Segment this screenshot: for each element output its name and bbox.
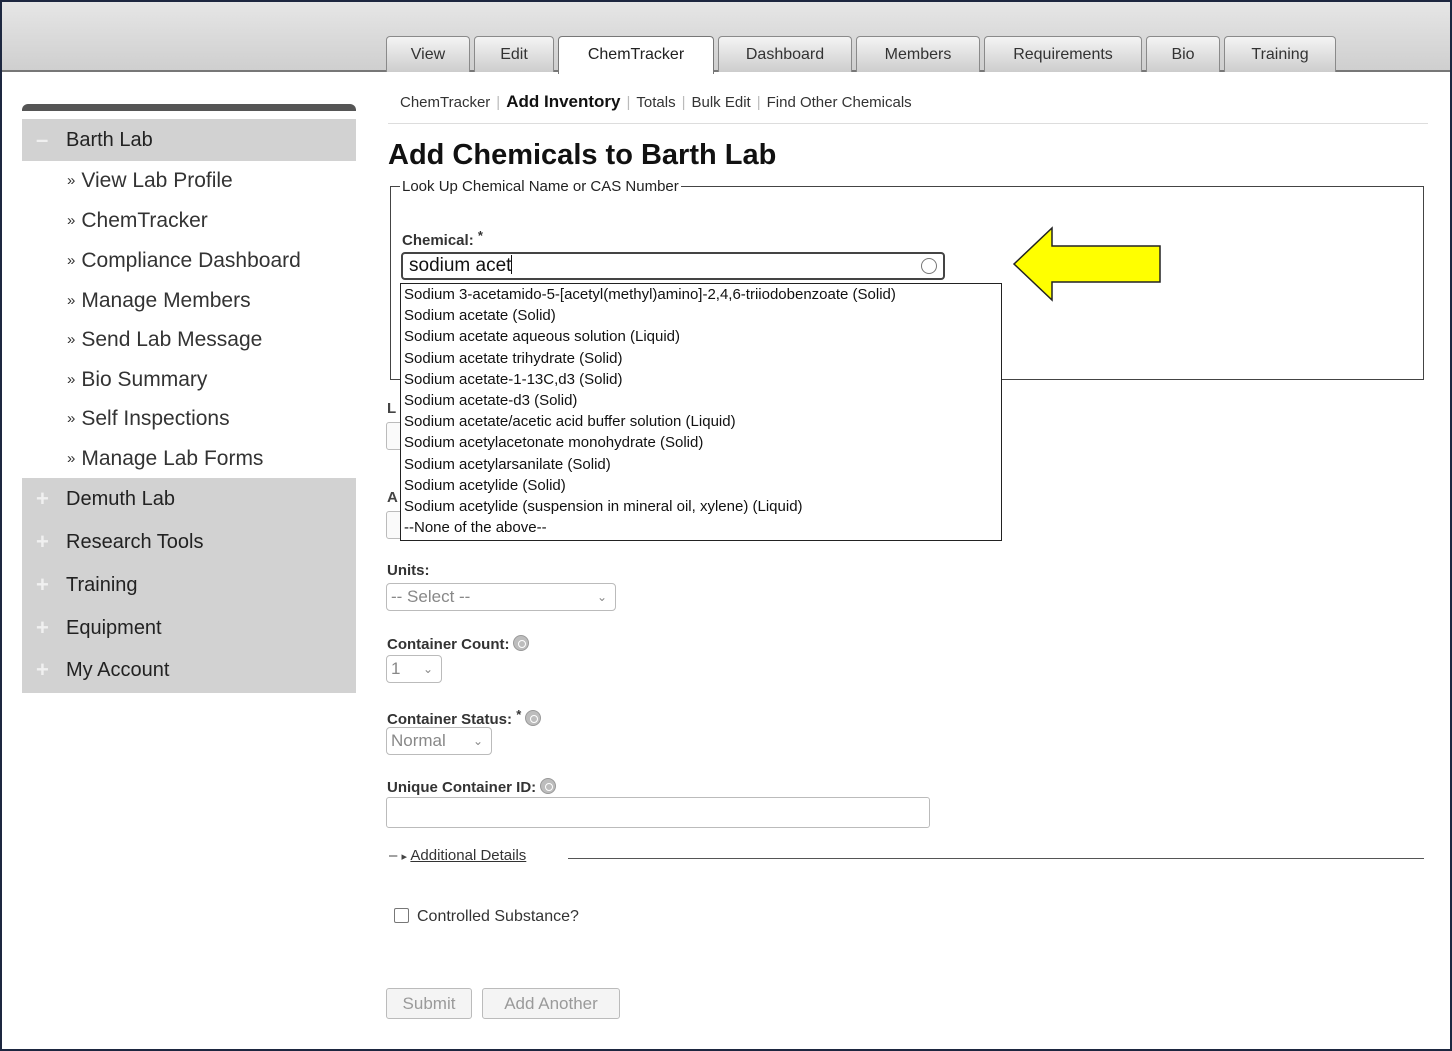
additional-details-link[interactable]: Additional Details: [410, 847, 526, 864]
divider: [568, 858, 1424, 859]
sidebar: – Barth Lab » View Lab Profile » ChemTrack…: [22, 104, 356, 693]
container-status-select[interactable]: Normal ⌄: [386, 727, 492, 755]
bullet-icon: »: [67, 331, 76, 348]
suggestion-item[interactable]: Sodium acetate trihydrate (Solid): [401, 348, 1001, 369]
sidebar-link-bio-summary[interactable]: » Bio Summary: [67, 368, 207, 392]
caret-right-icon: ▸: [401, 851, 408, 863]
expand-icon: +: [36, 529, 49, 554]
controlled-substance-label: Controlled Substance?: [417, 908, 579, 925]
help-icon[interactable]: [513, 635, 530, 651]
expand-icon: +: [36, 615, 49, 640]
suggestion-item[interactable]: Sodium acetate/acetic acid buffer soluti…: [401, 411, 1001, 432]
chevron-down-icon: ⌄: [472, 734, 483, 748]
location-label: L: [387, 400, 397, 417]
expand-icon: +: [36, 657, 49, 682]
subnav-chemtracker[interactable]: ChemTracker: [400, 94, 490, 111]
chemical-suggestions-list: Sodium 3-acetamido-5-[acetyl(methyl)amin…: [400, 283, 1002, 541]
subnav-add-inventory[interactable]: Add Inventory: [506, 92, 620, 111]
tab-view[interactable]: View: [386, 36, 470, 72]
suggestion-item[interactable]: Sodium 3-acetamido-5-[acetyl(methyl)amin…: [401, 284, 1001, 305]
bullet-icon: »: [67, 450, 76, 467]
collapse-icon: –: [36, 127, 49, 152]
top-bar: View Edit ChemTracker Dashboard Members …: [2, 2, 1450, 74]
bullet-icon: »: [67, 292, 76, 309]
container-status-label: Container Status: *: [387, 707, 542, 728]
bullet-icon: »: [67, 410, 76, 427]
sidebar-link-manage-lab-forms[interactable]: » Manage Lab Forms: [67, 447, 263, 471]
subnav-totals[interactable]: Totals: [636, 94, 675, 111]
suggestion-item[interactable]: Sodium acetylacetonate monohydrate (Soli…: [401, 432, 1001, 453]
sidebar-section-equipment[interactable]: + Equipment: [22, 607, 356, 649]
bullet-icon: »: [67, 212, 76, 229]
sidebar-link-manage-members[interactable]: » Manage Members: [67, 289, 251, 313]
required-icon: *: [477, 228, 483, 243]
sidebar-section-training[interactable]: + Training: [22, 564, 356, 606]
suggestion-item[interactable]: Sodium acetate-1-13C,d3 (Solid): [401, 369, 1001, 390]
suggestion-none[interactable]: --None of the above--: [401, 517, 1001, 538]
add-another-button[interactable]: Add Another: [482, 988, 620, 1019]
tab-members[interactable]: Members: [856, 36, 980, 72]
suggestion-item[interactable]: Sodium acetate (Solid): [401, 305, 1001, 326]
help-icon[interactable]: [525, 710, 542, 726]
divider: [388, 123, 1428, 124]
suggestion-item[interactable]: Sodium acetylarsanilate (Solid): [401, 454, 1001, 475]
submit-button[interactable]: Submit: [386, 988, 472, 1019]
text-cursor: [511, 255, 513, 274]
tab-dashboard[interactable]: Dashboard: [718, 36, 852, 72]
bullet-icon: »: [67, 252, 76, 269]
tab-edit[interactable]: Edit: [474, 36, 554, 72]
chemical-label: Chemical: *: [402, 228, 483, 249]
controlled-substance-row: Controlled Substance?: [394, 908, 579, 926]
subnav-bulk-edit[interactable]: Bulk Edit: [692, 94, 751, 111]
sidebar-link-chemtracker[interactable]: » ChemTracker: [67, 209, 208, 233]
required-icon: *: [516, 707, 522, 722]
minus-icon: –: [389, 847, 398, 864]
container-count-label: Container Count:: [387, 635, 530, 653]
suggestion-item[interactable]: Sodium acetate aqueous solution (Liquid): [401, 326, 1001, 347]
bullet-icon: »: [67, 371, 76, 388]
chemical-search-input[interactable]: sodium acet: [401, 252, 945, 280]
sidebar-section-barth-lab[interactable]: – Barth Lab: [22, 119, 356, 161]
subnav-find-other-chemicals[interactable]: Find Other Chemicals: [767, 94, 912, 111]
additional-details-toggle[interactable]: – ▸ Additional Details: [389, 847, 526, 864]
help-icon[interactable]: [540, 778, 557, 794]
units-label: Units:: [387, 562, 430, 579]
app-window: View Edit ChemTracker Dashboard Members …: [0, 0, 1452, 1051]
tab-training[interactable]: Training: [1224, 36, 1336, 72]
unique-container-id-input[interactable]: [386, 797, 930, 828]
controlled-substance-checkbox[interactable]: [394, 908, 409, 923]
sidebar-link-self-inspections[interactable]: » Self Inspections: [67, 407, 230, 431]
sidebar-link-compliance-dashboard[interactable]: » Compliance Dashboard: [67, 249, 301, 273]
expand-icon: +: [36, 486, 49, 511]
expand-icon: +: [36, 572, 49, 597]
units-select[interactable]: -- Select -- ⌄: [386, 583, 616, 611]
bullet-icon: »: [67, 172, 76, 189]
sidebar-section-label: Barth Lab: [66, 129, 153, 151]
suggestion-item[interactable]: Sodium acetate-d3 (Solid): [401, 390, 1001, 411]
tab-chemtracker[interactable]: ChemTracker: [558, 36, 714, 74]
sidebar-section-my-account[interactable]: + My Account: [22, 649, 356, 691]
tab-bio[interactable]: Bio: [1146, 36, 1220, 72]
container-count-select[interactable]: 1 ⌄: [386, 655, 442, 683]
sidebar-link-send-lab-message[interactable]: » Send Lab Message: [67, 328, 262, 352]
chevron-down-icon: ⌄: [596, 590, 607, 604]
sidebar-link-view-lab-profile[interactable]: » View Lab Profile: [67, 169, 233, 193]
unique-container-id-label: Unique Container ID:: [387, 778, 557, 796]
chevron-down-icon: ⌄: [422, 662, 433, 676]
lookup-legend: Look Up Chemical Name or CAS Number: [400, 178, 681, 195]
clear-icon[interactable]: [921, 258, 937, 274]
suggestion-item[interactable]: Sodium acetylide (suspension in mineral …: [401, 496, 1001, 517]
tab-requirements[interactable]: Requirements: [984, 36, 1142, 72]
sidebar-section-research-tools[interactable]: + Research Tools: [22, 521, 356, 563]
suggestion-item[interactable]: Sodium acetylide (Solid): [401, 475, 1001, 496]
sidebar-section-demuth-lab[interactable]: + Demuth Lab: [22, 478, 356, 520]
page-title: Add Chemicals to Barth Lab: [388, 139, 777, 171]
amount-label: A: [387, 489, 398, 506]
yellow-arrow-icon: [1012, 226, 1161, 302]
sub-navigation: ChemTracker | Add Inventory | Totals | Bulk Ed…: [400, 92, 912, 111]
